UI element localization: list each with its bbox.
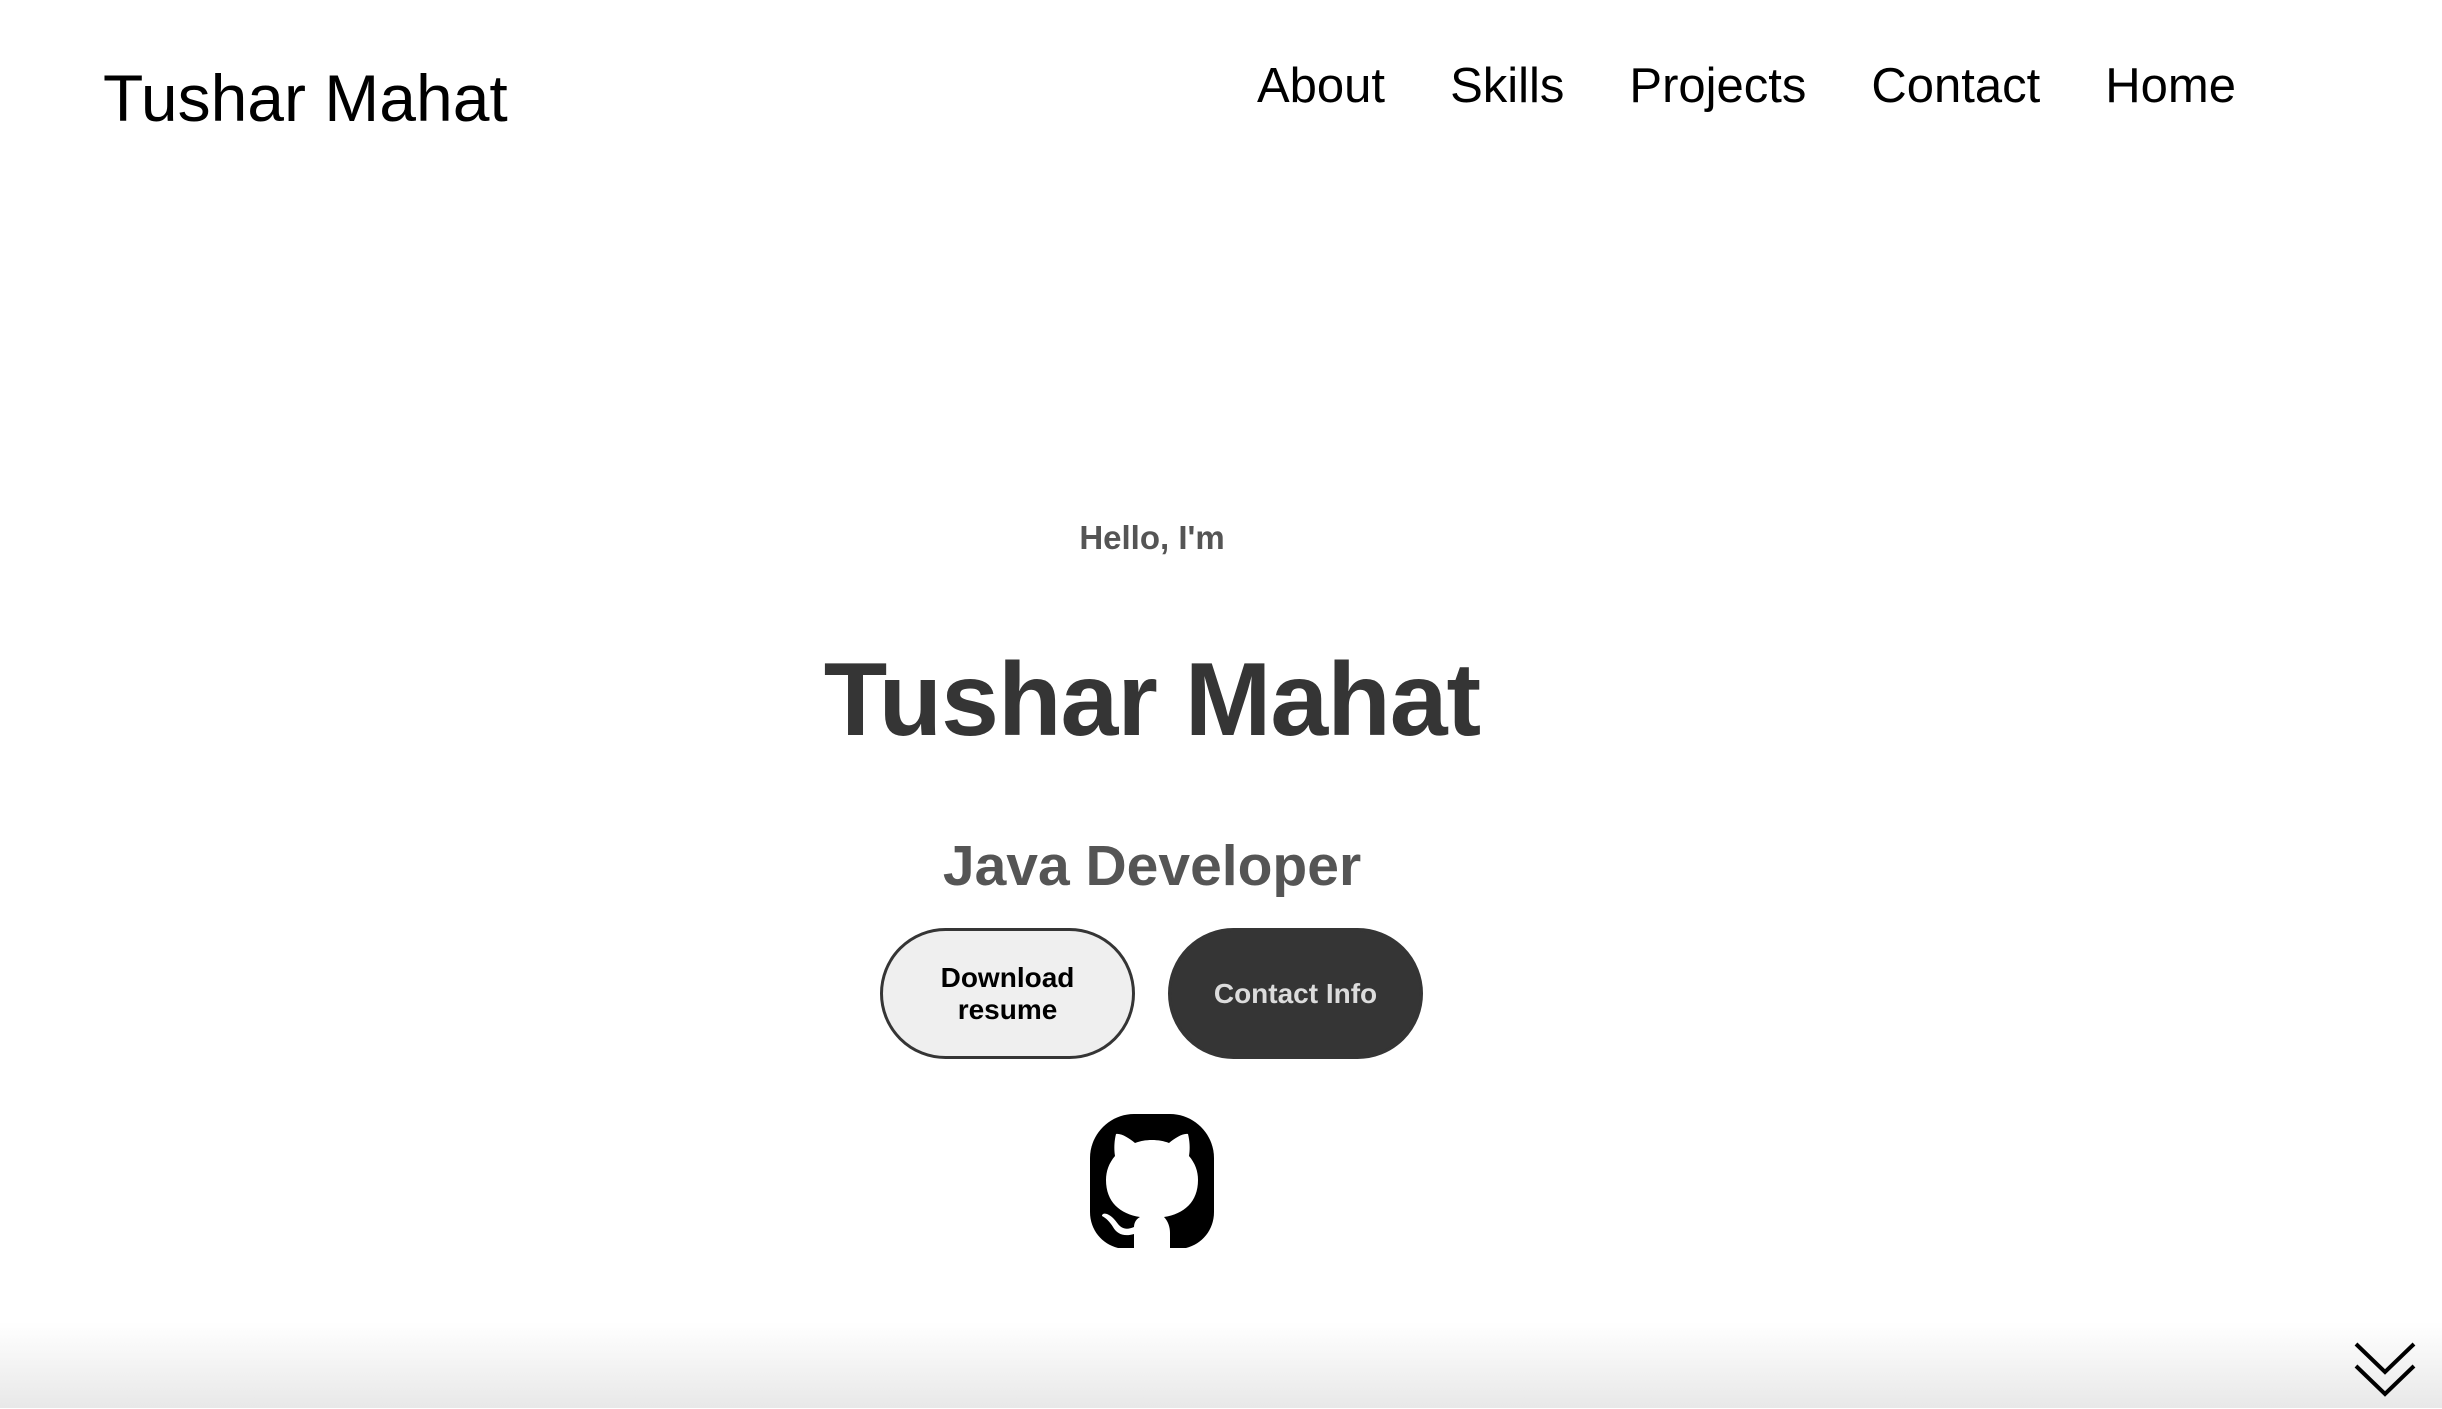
hero-name: Tushar Mahat (823, 642, 1481, 758)
hero-greeting: Hello, I'm (1079, 519, 1225, 556)
bottom-fade (0, 1322, 2442, 1408)
github-icon[interactable] (1090, 1114, 1214, 1248)
hero-job-title: Java Developer (942, 834, 1362, 898)
contact-info-button[interactable]: Contact Info (1168, 928, 1423, 1059)
download-resume-button[interactable]: Download resume (880, 928, 1135, 1059)
double-chevron-down-icon[interactable] (2352, 1338, 2418, 1404)
hero-section: Hello, I'm Tushar Mahat Java Developer D… (0, 0, 2442, 1408)
